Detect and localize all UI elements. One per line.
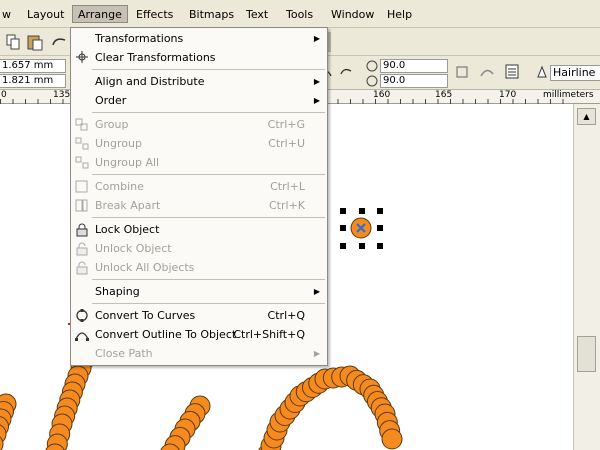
menu-item-clear-transformations[interactable]: Clear Transformations bbox=[71, 48, 327, 67]
menu-view[interactable]: w bbox=[0, 6, 16, 24]
menu-item-order[interactable]: Order ▶ bbox=[71, 91, 327, 110]
menu-item-convert-to-curves[interactable]: Convert To Curves Ctrl+Q bbox=[71, 306, 327, 325]
undo-icon[interactable] bbox=[49, 32, 69, 52]
scroll-up-button[interactable]: ▲ bbox=[577, 108, 596, 125]
menu-bitmaps[interactable]: Bitmaps bbox=[184, 6, 239, 24]
submenu-arrow-icon: ▶ bbox=[313, 287, 320, 296]
bead bbox=[381, 428, 403, 450]
menu-item-unlock-object[interactable]: Unlock Object bbox=[71, 239, 327, 258]
ruler-label: 165 bbox=[435, 90, 453, 100]
ruler-label: 170 bbox=[499, 90, 517, 100]
menu-item-convert-outline[interactable]: Convert Outline To Object Ctrl+Shift+Q bbox=[71, 325, 327, 344]
menu-item-transformations[interactable]: Transformations ▶ bbox=[71, 29, 327, 48]
menu-separator bbox=[92, 279, 325, 280]
lock-ratio-icon[interactable] bbox=[455, 65, 469, 79]
menu-item-lock-object[interactable]: Lock Object bbox=[71, 220, 327, 239]
vertical-scrollbar[interactable]: ▲ bbox=[573, 104, 600, 450]
pen-icon bbox=[534, 64, 550, 80]
menu-item-combine[interactable]: Combine Ctrl+L bbox=[71, 177, 327, 196]
scroll-thumb[interactable] bbox=[577, 336, 596, 372]
submenu-arrow-icon: ▶ bbox=[313, 34, 320, 43]
group-icon bbox=[74, 117, 90, 132]
combine-icon bbox=[74, 179, 90, 194]
rotation-icon bbox=[365, 74, 379, 88]
ungroup-all-icon bbox=[74, 155, 90, 170]
ruler-label: 135 bbox=[53, 90, 71, 100]
arrange-menu: Transformations ▶ Clear Transformations … bbox=[70, 27, 328, 366]
ruler-label: 160 bbox=[373, 90, 391, 100]
convert-curves-icon bbox=[74, 308, 90, 323]
menu-separator bbox=[92, 174, 325, 175]
paste-icon[interactable] bbox=[25, 32, 45, 52]
submenu-arrow-icon: ▶ bbox=[313, 77, 320, 86]
menu-arrange[interactable]: Arrange bbox=[72, 5, 128, 23]
submenu-arrow-icon: ▶ bbox=[313, 96, 320, 105]
unlock-icon bbox=[74, 241, 90, 256]
ruler-units: millimeters bbox=[543, 90, 594, 100]
rotation-a-field[interactable]: 90.0 bbox=[380, 59, 448, 73]
copy-icon[interactable] bbox=[3, 32, 23, 52]
break-apart-icon bbox=[74, 198, 90, 213]
convert-outline-icon bbox=[74, 327, 90, 342]
rotation-icon bbox=[365, 59, 379, 73]
menu-item-unlock-all[interactable]: Unlock All Objects bbox=[71, 258, 327, 277]
text-wrap-icon[interactable] bbox=[503, 62, 523, 82]
menu-separator bbox=[92, 112, 325, 113]
menu-item-ungroup[interactable]: Ungroup Ctrl+U bbox=[71, 134, 327, 153]
submenu-arrow-icon: ▶ bbox=[313, 349, 320, 358]
unlock-all-icon bbox=[74, 260, 90, 275]
menu-bar: w Layout Arrange Effects Bitmaps Text To… bbox=[0, 0, 600, 28]
rotation-b-field[interactable]: 90.0 bbox=[380, 74, 448, 88]
menu-window[interactable]: Window bbox=[326, 6, 379, 24]
selected-object[interactable] bbox=[340, 208, 383, 249]
menu-item-shaping[interactable]: Shaping ▶ bbox=[71, 282, 327, 301]
menu-item-close-path[interactable]: Close Path ▶ bbox=[71, 344, 327, 363]
menu-text[interactable]: Text bbox=[241, 6, 273, 24]
menu-separator bbox=[92, 217, 325, 218]
menu-item-group[interactable]: Group Ctrl+G bbox=[71, 115, 327, 134]
menu-separator bbox=[92, 69, 325, 70]
menu-layout[interactable]: Layout bbox=[22, 6, 69, 24]
x-position-field[interactable]: 1.657 mm bbox=[0, 59, 66, 73]
lock-icon bbox=[74, 222, 90, 237]
menu-separator bbox=[92, 303, 325, 304]
rotate-icon[interactable] bbox=[338, 64, 354, 80]
y-position-field[interactable]: 1.821 mm bbox=[0, 74, 66, 88]
menu-tools[interactable]: Tools bbox=[281, 6, 318, 24]
ungroup-icon bbox=[74, 136, 90, 151]
ruler-label: 0 bbox=[1, 90, 7, 100]
menu-effects[interactable]: Effects bbox=[131, 6, 178, 24]
menu-item-align-distribute[interactable]: Align and Distribute ▶ bbox=[71, 72, 327, 91]
outline-width-field[interactable]: Hairline bbox=[550, 65, 600, 81]
clear-transform-icon bbox=[74, 50, 90, 65]
menu-item-ungroup-all[interactable]: Ungroup All bbox=[71, 153, 327, 172]
menu-help[interactable]: Help bbox=[382, 6, 417, 24]
menu-item-break-apart[interactable]: Break Apart Ctrl+K bbox=[71, 196, 327, 215]
wrap-icon[interactable] bbox=[479, 64, 495, 80]
